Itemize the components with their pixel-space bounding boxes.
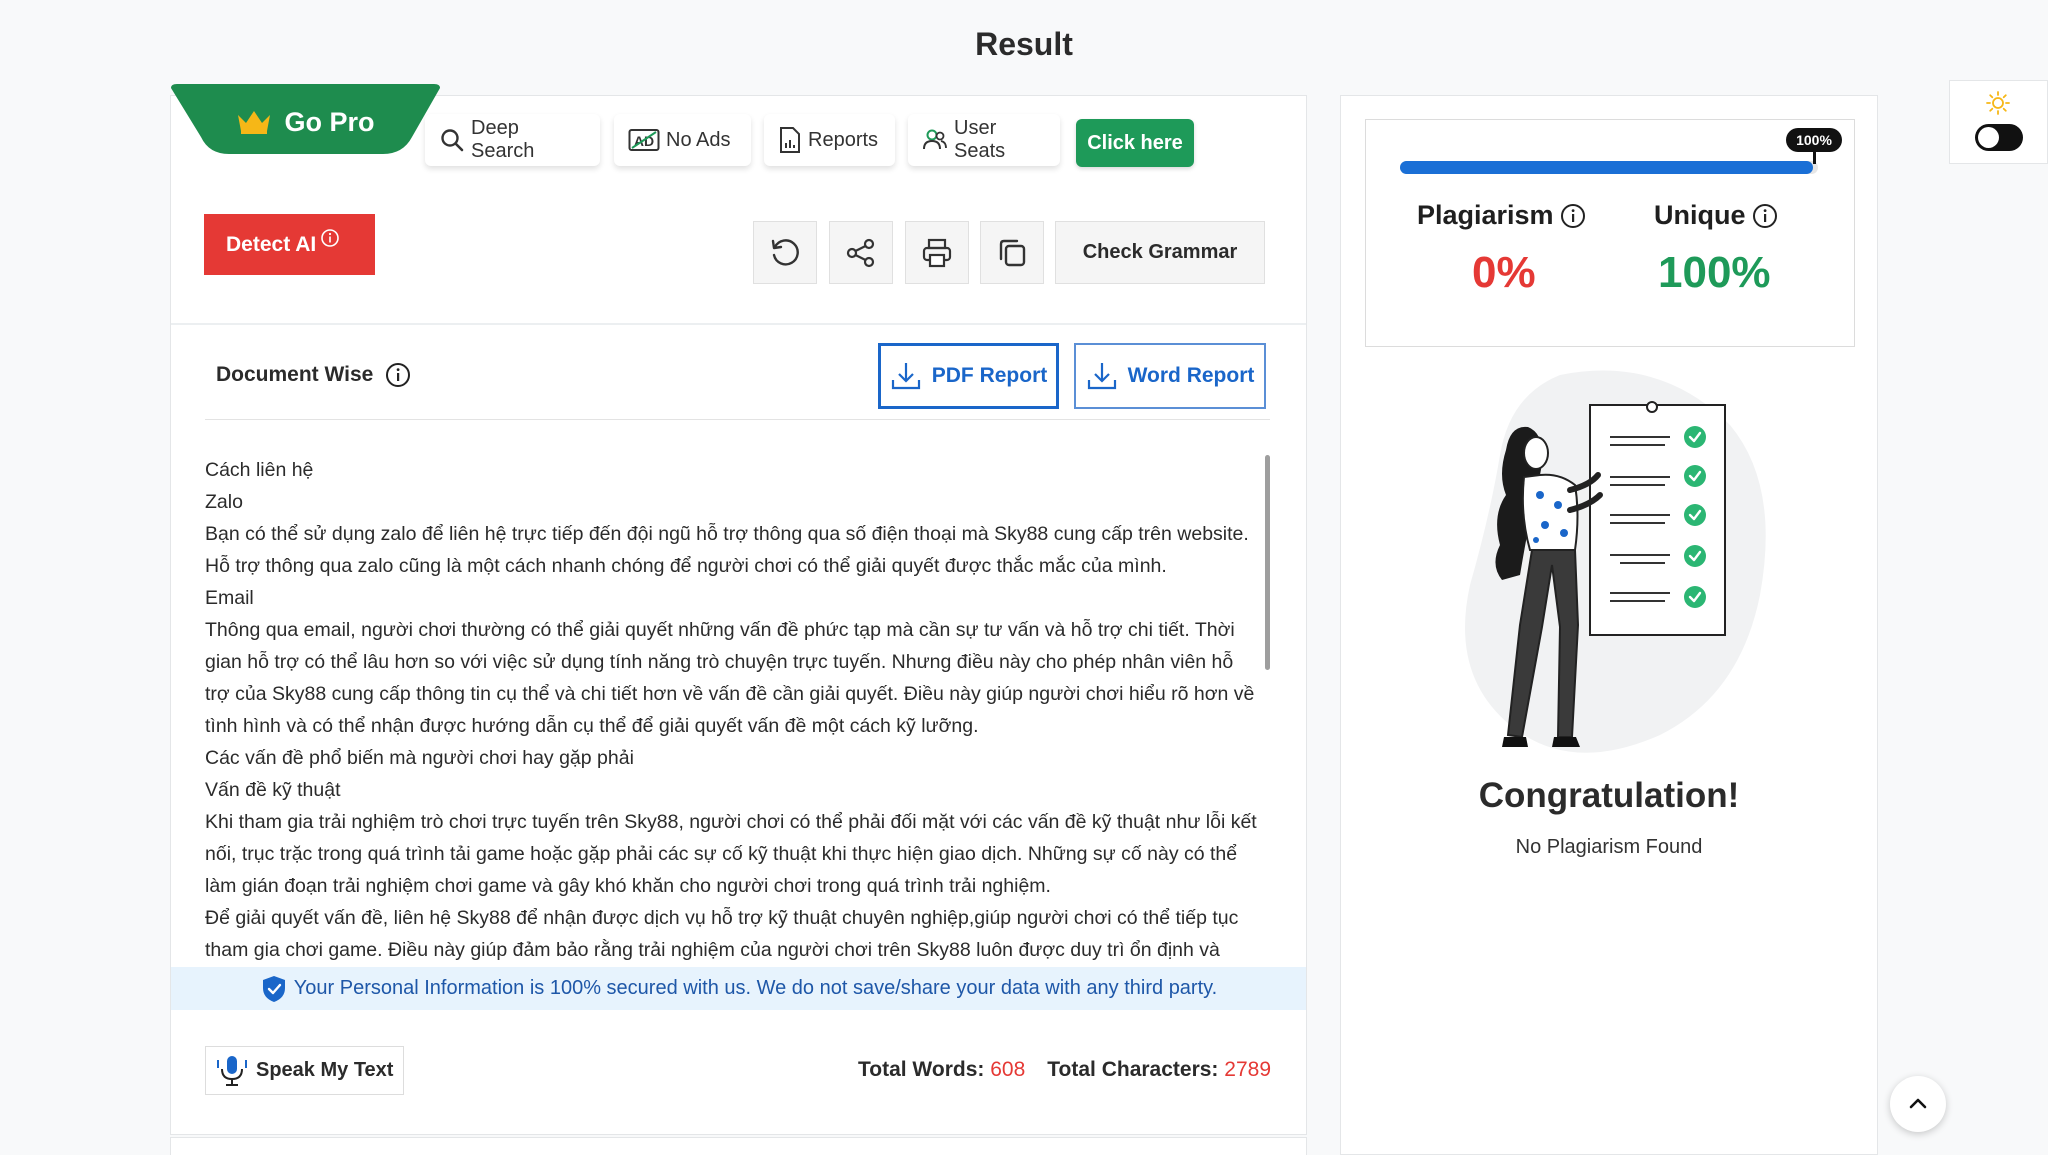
crown-icon: [238, 111, 271, 134]
sun-icon: [1986, 91, 2010, 115]
users-icon: [923, 129, 947, 150]
no-ads-label: No Ads: [666, 128, 731, 151]
pdf-report-label: PDF Report: [931, 364, 1048, 387]
congratulation-heading: Congratulation!: [1478, 776, 1740, 815]
total-characters-label: Total Characters:: [1047, 1058, 1219, 1081]
toggle-knob: [1978, 127, 1999, 148]
plagiarism-value: 0%: [1472, 248, 1536, 297]
download-icon: [891, 363, 920, 390]
refresh-icon: [771, 238, 799, 266]
click-here-button[interactable]: Click here: [1076, 119, 1194, 167]
detect-ai-label: Detect AI: [226, 232, 317, 256]
text-totals: Total Words: 608 Total Characters: 2789: [858, 1058, 1271, 1082]
word-report-label: Word Report: [1127, 364, 1255, 387]
user-seats-label: User Seats: [954, 117, 1006, 162]
no-plagiarism-message: No Plagiarism Found: [1515, 836, 1703, 858]
score-box: [1365, 119, 1855, 347]
total-words-value: 608: [990, 1058, 1026, 1081]
toolbar-divider: [171, 323, 1306, 325]
document-paragraph: Các vấn đề phổ biến mà người chơi hay gặ…: [205, 747, 634, 769]
document-paragraph: Bạn có thể sử dụng zalo để liên hệ trực …: [205, 523, 1249, 577]
unique-value: 100%: [1658, 248, 1771, 297]
deep-search-label: Deep Search: [471, 117, 535, 162]
user-seats-button[interactable]: User Seats: [908, 114, 1060, 166]
word-report-button[interactable]: Word Report: [1074, 343, 1266, 409]
reload-button[interactable]: [753, 221, 817, 284]
unique-metric: Unique: [1654, 200, 1778, 231]
print-icon: [922, 238, 952, 267]
plagiarism-metric: Plagiarism: [1417, 200, 1586, 231]
search-icon: [441, 129, 464, 152]
document-paragraph: Email: [205, 587, 254, 609]
speak-my-text-label: Speak My Text: [256, 1059, 394, 1081]
total-words: Total Words: 608: [858, 1058, 1025, 1082]
info-icon: [321, 228, 340, 247]
document-scrollbar[interactable]: [1265, 455, 1270, 670]
theme-toggle[interactable]: [1975, 124, 2023, 151]
plagiarism-label: Plagiarism: [1417, 200, 1554, 230]
pdf-report-button[interactable]: PDF Report: [878, 343, 1059, 409]
reports-button[interactable]: Reports: [764, 114, 895, 166]
security-notice: Your Personal Information is 100% secure…: [171, 967, 1306, 1010]
unique-label: Unique: [1654, 200, 1746, 230]
info-icon[interactable]: [385, 362, 411, 388]
progress-badge: 100%: [1786, 128, 1842, 152]
microphone-icon: [217, 1055, 247, 1086]
document-paragraph: Cách liên hệ: [205, 459, 314, 481]
info-icon[interactable]: [1560, 203, 1586, 229]
scroll-to-top-button[interactable]: [1890, 1076, 1946, 1132]
info-icon[interactable]: [1752, 203, 1778, 229]
go-pro-tab[interactable]: Go Pro: [171, 84, 440, 154]
detect-ai-button[interactable]: Detect AI: [204, 214, 375, 275]
document-paragraph: Để giải quyết vấn đề, liên hệ Sky88 để n…: [205, 907, 1239, 960]
report-icon: [780, 127, 800, 153]
secondary-card-edge: [170, 1137, 1307, 1155]
check-grammar-button[interactable]: Check Grammar: [1055, 221, 1265, 284]
document-text[interactable]: Cách liên hệ Zalo Bạn có thể sử dụng zal…: [205, 454, 1257, 960]
document-paragraph: Vấn đề kỹ thuật: [205, 779, 341, 801]
security-notice-text: Your Personal Information is 100% secure…: [293, 977, 1218, 999]
document-paragraph: Khi tham gia trải nghiệm trò chơi trực t…: [205, 811, 1257, 897]
go-pro-label: Go Pro: [284, 106, 375, 137]
total-words-label: Total Words:: [857, 1058, 985, 1081]
progress-marker: [1813, 150, 1816, 164]
copy-icon: [999, 239, 1026, 266]
document-paragraph: Thông qua email, người chơi thường có th…: [205, 619, 1255, 737]
document-wise-heading: Document Wise: [216, 362, 411, 388]
document-divider: [205, 419, 1270, 420]
shield-icon: [262, 975, 285, 1002]
reports-label: Reports: [808, 128, 879, 151]
total-characters-value: 2789: [1224, 1058, 1271, 1081]
chevron-up-icon: [1909, 1098, 1927, 1109]
share-icon: [846, 238, 875, 267]
ad-icon: AD: [628, 129, 660, 151]
no-ads-button[interactable]: AD No Ads: [614, 114, 751, 166]
print-button[interactable]: [905, 221, 969, 284]
document-paragraph: Zalo: [205, 491, 243, 513]
share-button[interactable]: [829, 221, 893, 284]
total-characters: Total Characters: 2789: [1047, 1058, 1271, 1082]
speak-my-text-button[interactable]: Speak My Text: [205, 1046, 404, 1095]
page-title: Result: [975, 26, 1073, 62]
copy-button[interactable]: [980, 221, 1044, 284]
deep-search-button[interactable]: Deep Search: [425, 114, 600, 166]
download-icon: [1087, 363, 1116, 390]
document-wise-label: Document Wise: [216, 363, 374, 386]
checklist-illustration: [1465, 370, 1766, 753]
uniqueness-progress-fill: [1400, 161, 1813, 174]
